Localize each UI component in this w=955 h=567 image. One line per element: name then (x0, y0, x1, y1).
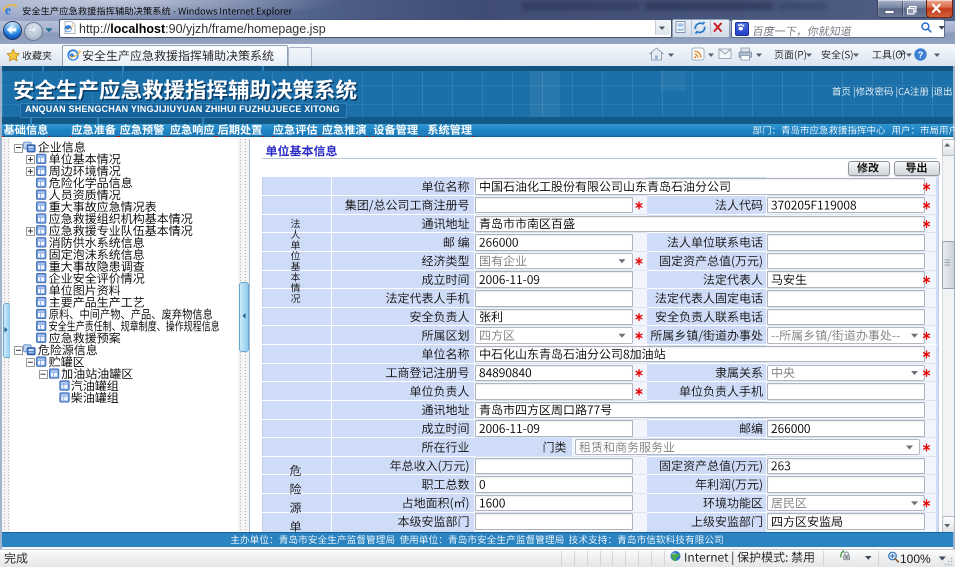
svg-text:?: ? (918, 50, 924, 61)
